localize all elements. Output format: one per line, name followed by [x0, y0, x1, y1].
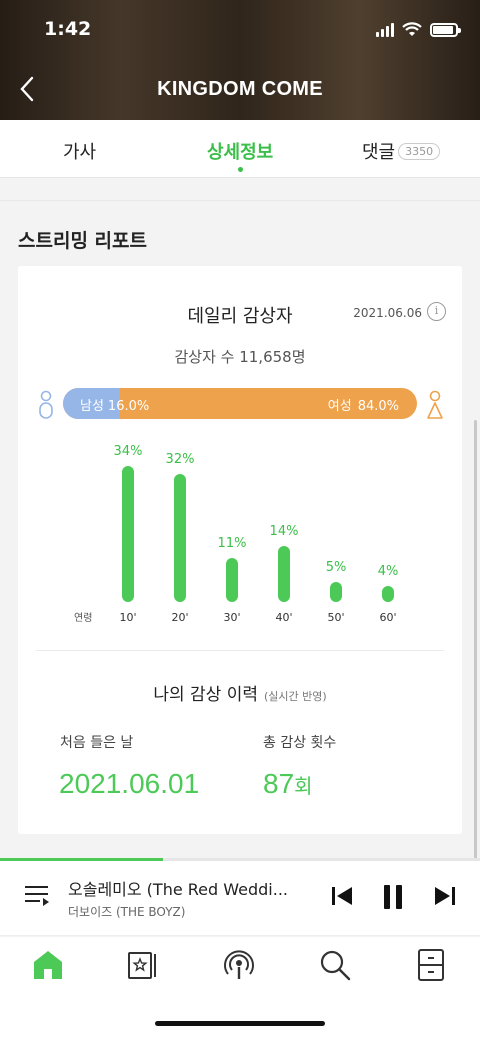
female-label-text: 여성: [327, 399, 352, 414]
age-bar-value-label: 11%: [217, 536, 247, 551]
total-plays-label: 총 감상 횟수: [263, 735, 337, 751]
storage-icon[interactable]: [413, 947, 449, 983]
tab-lyrics[interactable]: 가사: [63, 138, 96, 164]
first-listen-label: 처음 들은 날: [60, 735, 134, 751]
tab-details-label: 상세정보: [207, 142, 274, 163]
pause-icon[interactable]: [381, 884, 405, 910]
age-bar-value-label: 14%: [269, 524, 299, 539]
page-title: KINGDOM COME: [157, 78, 323, 100]
listener-count: 감상자 수 11,658명: [174, 348, 306, 366]
age-bar: [330, 582, 342, 602]
age-bar: [174, 474, 186, 602]
home-indicator: [155, 1021, 325, 1026]
comment-count-badge: 3350: [398, 142, 441, 160]
section-title: 스트리밍 리포트: [18, 230, 147, 252]
tab-details[interactable]: 상세정보: [207, 138, 274, 172]
tab-comments-label: 댓글: [362, 142, 396, 163]
daily-date: 2021.06.06: [353, 306, 422, 320]
female-icon: [427, 390, 443, 419]
playback-progress-fill: [0, 858, 164, 861]
cellular-signal-icon: [376, 22, 394, 37]
age-bar-value-label: 4%: [377, 564, 399, 579]
status-time: 1:42: [44, 18, 92, 40]
age-bar-value-label: 34%: [113, 444, 143, 459]
age-category-label: 50': [327, 611, 345, 624]
history-title: 나의 감상 이력 (실시간 반영): [18, 680, 462, 705]
female-percent: 84.0%: [357, 399, 399, 414]
home-icon[interactable]: [30, 947, 66, 983]
age-bar: [382, 586, 394, 602]
age-distribution-chart: 34% 10' 32% 20' 11% 30' 14% 40' 5% 50' 4% 60': [18, 444, 462, 626]
age-bar-group: 11% 30': [212, 446, 252, 626]
age-category-label: 40': [275, 611, 293, 624]
playlist-icon[interactable]: [24, 884, 50, 908]
search-icon[interactable]: [317, 947, 353, 983]
mini-player[interactable]: 오솔레미오 (The Red Weddi... 더보이즈 (THE BOYZ): [0, 858, 480, 936]
age-bar-group: 5% 50': [316, 446, 356, 626]
age-bar-group: 32% 20': [160, 446, 200, 626]
wifi-icon: [402, 22, 422, 36]
age-bar: [278, 546, 290, 602]
age-category-label: 60': [379, 611, 397, 624]
podcast-icon[interactable]: [221, 947, 257, 983]
age-bar-group: 4% 60': [368, 446, 408, 626]
playback-progress[interactable]: [0, 858, 480, 861]
male-label: 남성 16.0%: [80, 395, 149, 414]
first-listen-date: 2021.06.01: [59, 768, 200, 799]
now-playing-artist[interactable]: 더보이즈 (THE BOYZ): [68, 903, 185, 920]
next-track-icon[interactable]: [433, 884, 457, 908]
gender-ratio-bar: 남성 16.0% 여성 84.0%: [63, 388, 417, 419]
age-bar-group: 14% 40': [264, 446, 304, 626]
female-label: 여성 84.0%: [328, 395, 399, 414]
history-subtitle: (실시간 반영): [263, 690, 327, 703]
total-plays-unit: 회: [294, 774, 313, 798]
library-icon[interactable]: [124, 947, 160, 983]
status-bar: 1:42: [0, 18, 480, 44]
total-plays-value: 87회: [263, 768, 313, 800]
age-bar-value-label: 5%: [325, 560, 347, 575]
separator-strip: [0, 179, 480, 201]
male-icon: [39, 390, 53, 419]
now-playing-title[interactable]: 오솔레미오 (The Red Weddi...: [68, 876, 308, 900]
age-bar-value-label: 32%: [165, 452, 195, 467]
divider: [36, 650, 444, 651]
scrollbar[interactable]: [474, 420, 477, 860]
age-category-label: 30': [223, 611, 241, 624]
age-bar: [226, 558, 238, 602]
age-bar: [122, 466, 134, 602]
info-icon[interactable]: i: [427, 302, 446, 321]
history-title-text: 나의 감상 이력: [153, 685, 258, 705]
active-tab-dot: [238, 167, 244, 172]
previous-track-icon[interactable]: [330, 884, 354, 908]
battery-icon: [430, 22, 461, 37]
male-label-text: 남성: [80, 399, 104, 414]
age-bar-group: 34% 10': [108, 444, 148, 626]
age-category-label: 20': [171, 611, 189, 624]
age-axis-label: 연령: [74, 613, 93, 624]
bottom-navigation: [0, 937, 480, 1039]
tab-comments[interactable]: 댓글 3350: [362, 138, 441, 164]
total-plays-number: 87: [263, 768, 295, 799]
male-percent: 16.0%: [107, 399, 150, 414]
tab-lyrics-label: 가사: [63, 142, 97, 163]
song-header: 1:42 KINGDOM COME: [0, 0, 480, 120]
age-category-label: 10': [119, 611, 137, 624]
streaming-report-card: 데일리 감상자 2021.06.06 i 감상자 수 11,658명 남성 16.…: [18, 266, 462, 834]
detail-tabs: 가사 상세정보 댓글 3350: [0, 120, 480, 178]
